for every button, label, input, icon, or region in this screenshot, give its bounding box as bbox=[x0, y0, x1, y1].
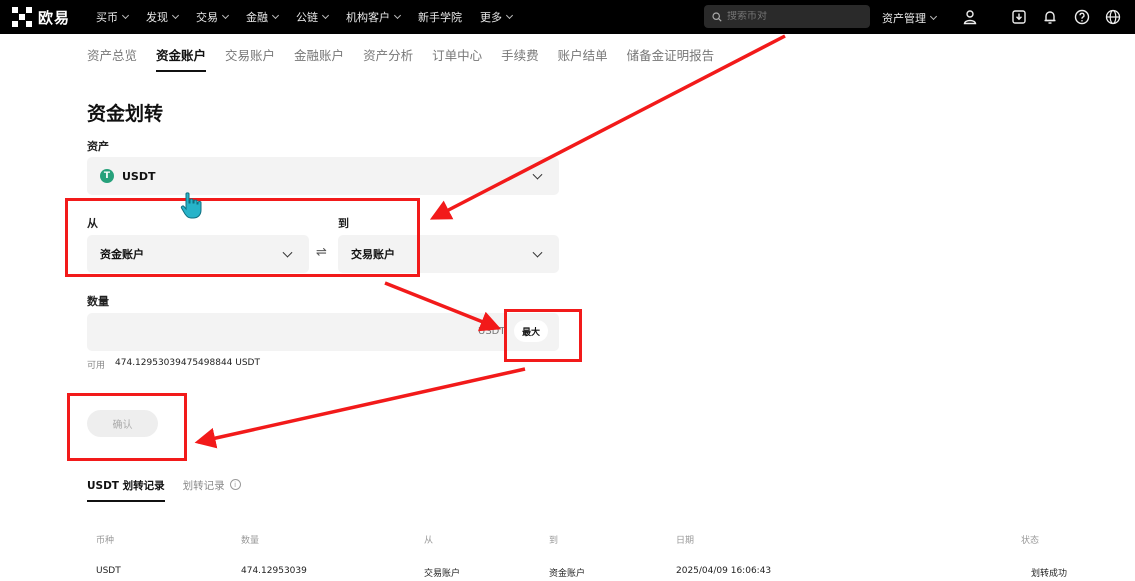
amount-field[interactable]: USDT 最大 bbox=[87, 313, 559, 351]
tab-finance-account[interactable]: 金融账户 bbox=[294, 42, 344, 72]
row-status: 划转成功 bbox=[1031, 569, 1068, 579]
logo-icon bbox=[12, 7, 32, 27]
tab-asset-overview[interactable]: 资产总览 bbox=[87, 42, 137, 72]
column-header-date: 日期 bbox=[676, 536, 695, 546]
column-header-to: 到 bbox=[549, 536, 559, 546]
asset-label: 资产 bbox=[87, 140, 109, 153]
nav-item-trade[interactable]: 交易 bbox=[196, 9, 230, 25]
row-to: 资金账户 bbox=[549, 569, 586, 579]
tab-order-center[interactable]: 订单中心 bbox=[432, 42, 482, 72]
search-box[interactable] bbox=[704, 5, 870, 28]
search-icon bbox=[712, 11, 722, 22]
row-from: 交易账户 bbox=[424, 569, 461, 579]
amount-unit: USDT bbox=[478, 326, 506, 337]
row-date: 2025/04/09 16:06:43 bbox=[676, 566, 772, 576]
user-icon[interactable] bbox=[961, 8, 979, 26]
nav-item-buy-crypto[interactable]: 买币 bbox=[96, 9, 130, 25]
asset-select[interactable]: T USDT bbox=[87, 157, 559, 195]
row-coin: USDT bbox=[96, 566, 121, 576]
nav-item-academy[interactable]: 新手学院 bbox=[418, 9, 462, 25]
asset-select-value: USDT bbox=[122, 169, 156, 183]
tab-usdt-transfer-records[interactable]: USDT 划转记录 bbox=[87, 478, 165, 502]
chevron-down-icon bbox=[121, 11, 130, 20]
tab-fees[interactable]: 手续费 bbox=[501, 42, 539, 72]
annotation-box-max bbox=[504, 309, 582, 362]
available-label: 可用 bbox=[87, 361, 106, 371]
tab-funding-account[interactable]: 资金账户 bbox=[156, 42, 207, 72]
chevron-down-icon bbox=[321, 11, 330, 20]
annotation-box-confirm bbox=[67, 393, 187, 461]
bell-icon[interactable] bbox=[1041, 8, 1059, 26]
amount-label: 数量 bbox=[87, 295, 109, 308]
chevron-down-icon bbox=[393, 11, 402, 20]
nav-item-finance[interactable]: 金融 bbox=[246, 9, 280, 25]
nav-item-more[interactable]: 更多 bbox=[480, 9, 514, 25]
logo-text: 欧易 bbox=[38, 8, 71, 27]
top-navbar: 欧易 买币 发现 交易 金融 公链 机构客户 新手学院 更多 资产管理 bbox=[0, 0, 1135, 34]
chevron-down-icon bbox=[929, 12, 938, 21]
main-nav: 买币 发现 交易 金融 公链 机构客户 新手学院 更多 bbox=[96, 9, 530, 25]
page-title: 资金划转 bbox=[87, 103, 164, 125]
tab-statements[interactable]: 账户结单 bbox=[558, 42, 608, 72]
chevron-down-icon bbox=[532, 169, 543, 180]
tab-trading-account[interactable]: 交易账户 bbox=[225, 42, 275, 72]
account-subtabs: 资产总览 资金账户 交易账户 金融账户 资产分析 订单中心 手续费 账户结单 储… bbox=[87, 42, 733, 72]
column-header-coin: 币种 bbox=[96, 536, 115, 546]
search-input[interactable] bbox=[727, 11, 867, 22]
nav-item-institutional[interactable]: 机构客户 bbox=[346, 9, 402, 25]
tab-transfer-records[interactable]: 划转记录 i bbox=[183, 478, 241, 502]
download-icon[interactable] bbox=[1010, 8, 1028, 26]
records-tabs: USDT 划转记录 划转记录 i bbox=[87, 478, 259, 502]
pointer-hand-icon bbox=[180, 192, 202, 219]
usdt-coin-icon: T bbox=[100, 169, 114, 183]
chevron-down-icon bbox=[505, 11, 514, 20]
row-amount: 474.12953039 bbox=[241, 566, 307, 576]
chevron-down-icon bbox=[532, 247, 543, 258]
column-header-status: 状态 bbox=[1021, 536, 1040, 546]
tab-asset-analysis[interactable]: 资产分析 bbox=[363, 42, 413, 72]
annotation-box-accounts bbox=[65, 198, 420, 277]
column-header-from: 从 bbox=[424, 536, 434, 546]
help-icon[interactable] bbox=[1073, 8, 1091, 26]
arrow-to-confirm bbox=[194, 367, 526, 449]
tab-proof-of-reserves[interactable]: 储备金证明报告 bbox=[627, 42, 715, 72]
globe-icon[interactable] bbox=[1104, 8, 1122, 26]
available-value: 474.12953039475498844 USDT bbox=[115, 358, 260, 368]
available-balance: 可用 474.12953039475498844 USDT bbox=[87, 358, 260, 371]
logo[interactable]: 欧易 bbox=[12, 7, 70, 28]
amount-input[interactable] bbox=[97, 322, 457, 342]
info-icon[interactable]: i bbox=[229, 479, 241, 490]
chevron-down-icon bbox=[271, 11, 280, 20]
chevron-down-icon bbox=[221, 11, 230, 20]
nav-item-discover[interactable]: 发现 bbox=[146, 9, 180, 25]
chevron-down-icon bbox=[171, 11, 180, 20]
asset-management-menu[interactable]: 资产管理 bbox=[882, 10, 938, 26]
column-header-amount: 数量 bbox=[241, 536, 260, 546]
nav-item-chain[interactable]: 公链 bbox=[296, 9, 330, 25]
